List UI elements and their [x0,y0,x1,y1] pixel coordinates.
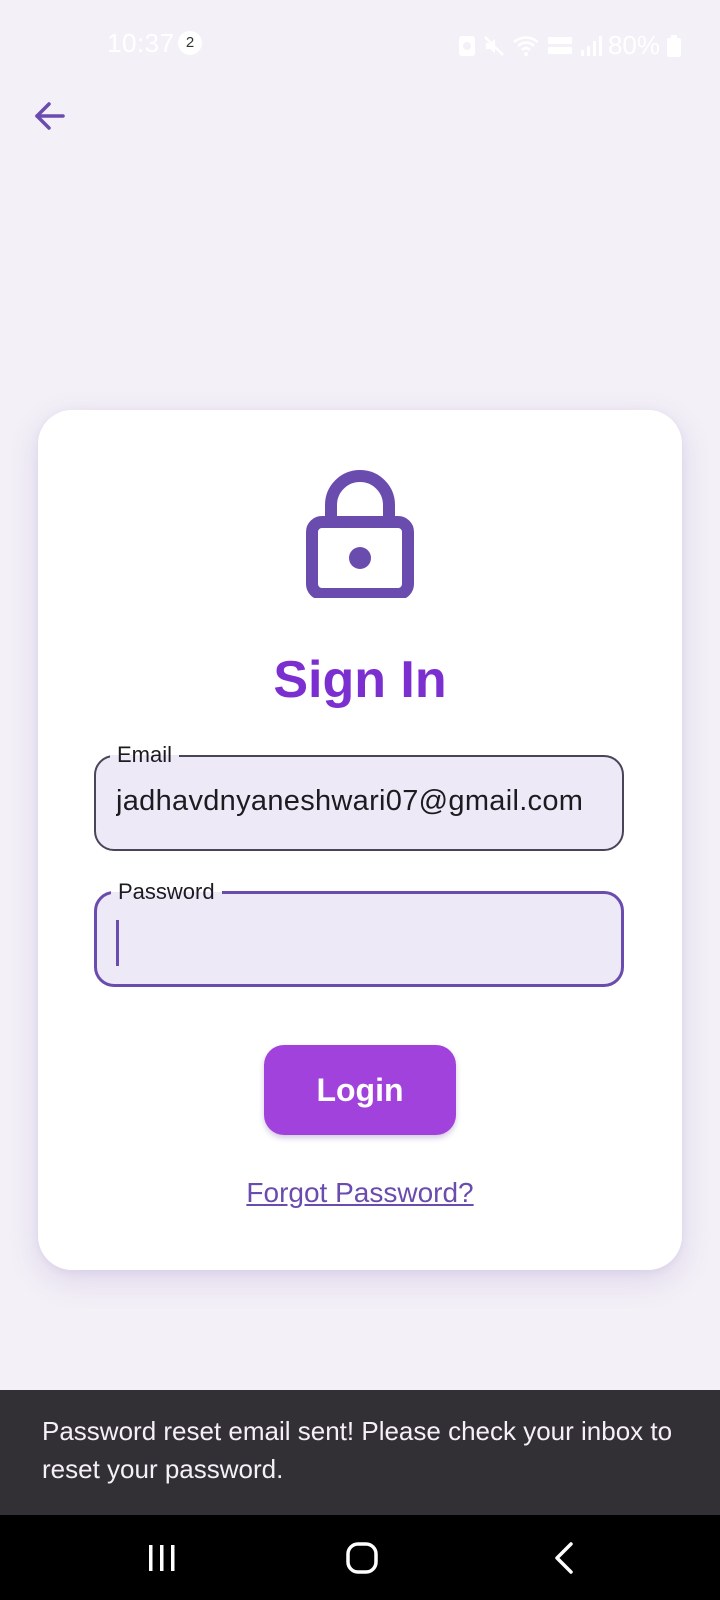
signal-icon [580,35,602,56]
arrow-left-icon [35,102,65,130]
back-button[interactable] [28,94,72,138]
battery-percent: 80% [607,30,660,60]
forgot-password-link[interactable]: Forgot Password? [0,1177,720,1209]
system-nav-bar [0,1515,720,1600]
email-field[interactable]: Email jadhavdnyaneshwari07@gmail.com [94,742,624,851]
password-field[interactable]: Password [94,879,624,987]
snackbar-message: Password reset email sent! Please check … [42,1416,673,1484]
recents-icon [149,1545,175,1571]
text-cursor [116,920,119,966]
login-button[interactable]: Login [264,1045,456,1135]
email-field-label: Email [110,742,180,768]
wifi-icon [513,35,539,56]
status-time: 10:37 [107,28,175,58]
home-icon [346,1542,378,1574]
system-back-button[interactable] [540,1535,590,1581]
home-button[interactable] [337,1535,387,1581]
media-icon [458,35,475,56]
snackbar: Password reset email sent! Please check … [0,1390,720,1515]
notification-count-badge: 2 [178,31,202,55]
status-icons: 80% [458,30,682,61]
password-field-label: Password [111,879,222,905]
volte-icon [547,36,572,54]
mute-icon [484,35,504,56]
status-bar: 10:37 2 80% [0,0,720,88]
back-icon [555,1542,573,1574]
recents-button[interactable] [137,1535,187,1581]
email-field-value[interactable]: jadhavdnyaneshwari07@gmail.com [116,785,604,818]
page-title: Sign In [273,651,447,709]
battery-icon [667,34,681,57]
lock-icon [306,470,414,598]
